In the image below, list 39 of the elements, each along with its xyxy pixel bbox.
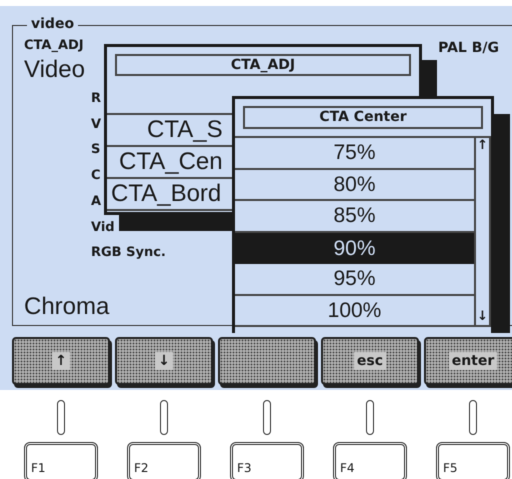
scroll-down-arrow[interactable]: ↓ xyxy=(477,309,488,325)
key-slot xyxy=(160,400,168,435)
option-row[interactable]: 95% xyxy=(235,264,474,296)
softkey[interactable]: ↓ xyxy=(115,337,213,385)
function-key[interactable]: F5 xyxy=(436,442,510,479)
chroma-label: Chroma xyxy=(24,293,110,321)
mode-label: CTA_ADJ xyxy=(24,38,84,55)
option-row[interactable]: 100% xyxy=(235,296,474,327)
function-key[interactable]: F2 xyxy=(127,442,201,479)
key-slot xyxy=(263,400,271,435)
menu-item[interactable]: Vid xyxy=(91,214,115,240)
option-row[interactable]: 90% xyxy=(235,232,474,264)
menu-item[interactable]: A xyxy=(91,188,102,215)
softkey[interactable]: ↑ xyxy=(12,337,110,385)
function-key[interactable]: F3 xyxy=(230,442,304,479)
submenu-item[interactable]: CTA_Bord xyxy=(111,179,222,209)
submenu-item[interactable]: CTA_Cen xyxy=(119,147,223,177)
function-key[interactable]: F1 xyxy=(24,442,98,479)
softkey[interactable]: enter xyxy=(424,337,512,385)
key-slot xyxy=(469,400,477,435)
option-row[interactable]: 75% xyxy=(235,138,474,170)
option-row[interactable]: 80% xyxy=(235,170,474,201)
function-key[interactable]: F4 xyxy=(333,442,407,479)
menu-item[interactable]: R xyxy=(91,86,102,112)
submenu-title: CTA_ADJ xyxy=(115,54,411,76)
key-slot xyxy=(57,400,65,435)
submenu-item[interactable]: CTA_S xyxy=(147,115,223,145)
scroll-up-arrow[interactable]: ↑ xyxy=(477,138,488,154)
softkey[interactable]: esc xyxy=(321,337,419,385)
menu-item[interactable]: RGB Sync. xyxy=(91,240,166,266)
standard-label: PAL B/G xyxy=(438,40,499,56)
key-slot xyxy=(366,400,374,435)
menu-item[interactable]: V xyxy=(91,112,102,138)
menu-item[interactable]: C xyxy=(91,163,101,189)
menu-item[interactable]: S xyxy=(91,137,100,164)
video-heading: Video xyxy=(24,56,85,84)
scrollbar[interactable]: ↑ ↓ xyxy=(474,138,491,327)
softkey[interactable] xyxy=(218,337,316,385)
popup-title: CTA Center xyxy=(243,106,483,129)
